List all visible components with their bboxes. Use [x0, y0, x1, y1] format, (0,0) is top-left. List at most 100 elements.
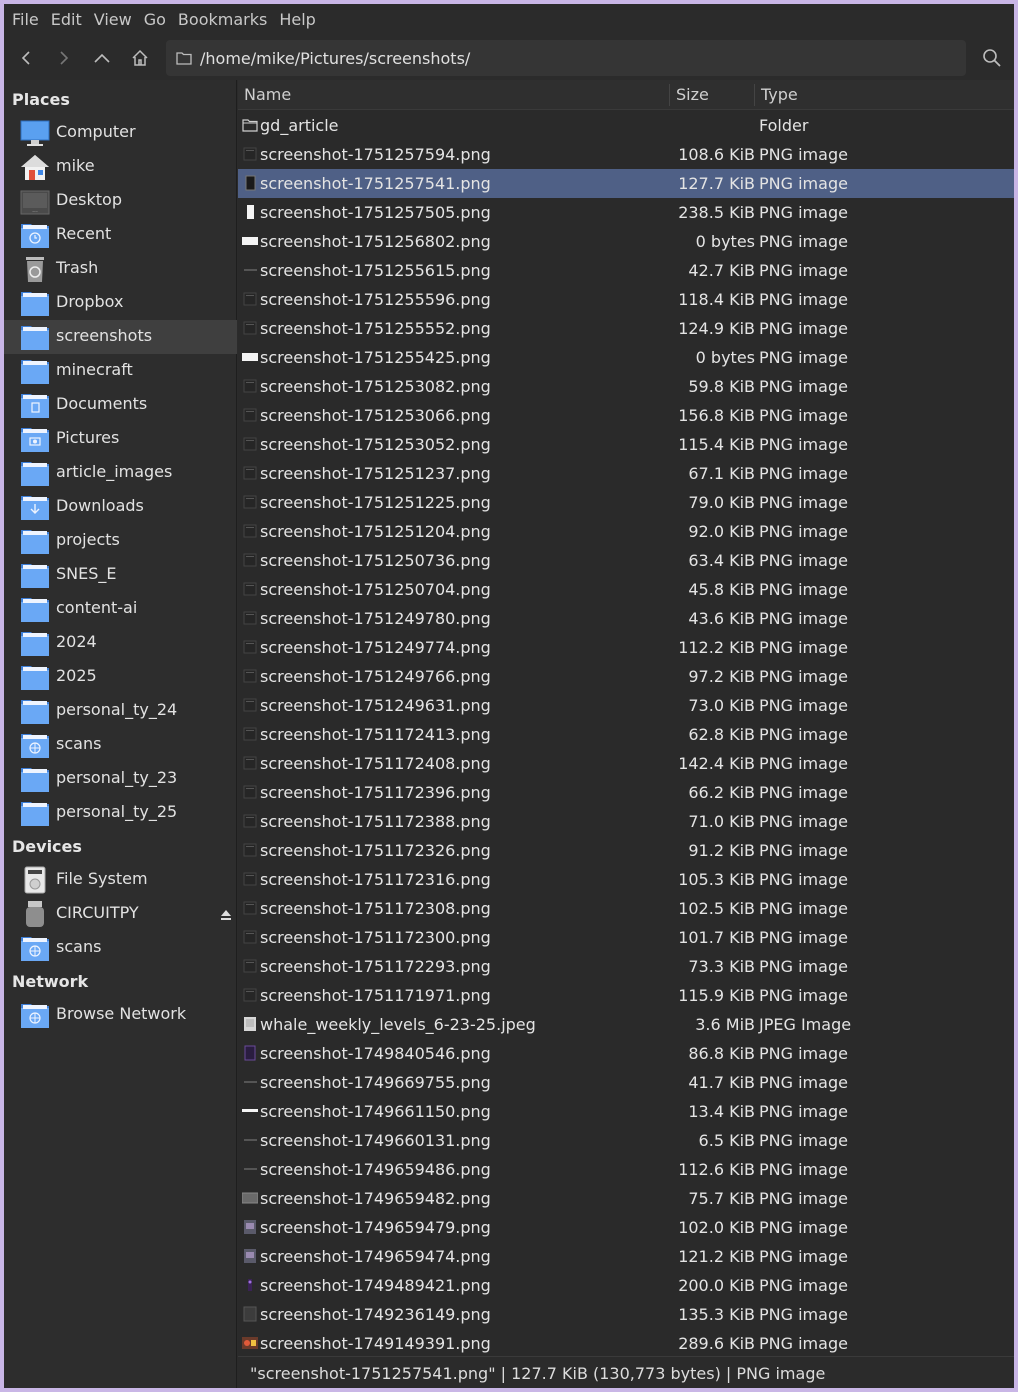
sidebar-item-mike[interactable]: mike [4, 150, 237, 184]
file-row[interactable]: screenshot-1751251225.png 79.0 KiB PNG ima… [238, 488, 1014, 517]
file-row[interactable]: screenshot-1751255615.png 42.7 KiB PNG ima… [238, 256, 1014, 285]
sidebar-item-pictures[interactable]: Pictures [4, 422, 237, 456]
file-row[interactable]: screenshot-1751257505.png 238.5 KiB PNG im… [238, 198, 1014, 227]
location-bar[interactable]: /home/mike/Pictures/screenshots/ [166, 40, 966, 76]
file-row[interactable]: screenshot-1751256802.png 0 bytes PNG imag… [238, 227, 1014, 256]
search-button[interactable] [974, 40, 1010, 76]
sidebar-item-dropbox[interactable]: Dropbox [4, 286, 237, 320]
sidebar-item-personal-ty-24[interactable]: personal_ty_24 [4, 694, 237, 728]
file-row[interactable]: screenshot-1749659482.png 75.7 KiB PNG ima… [238, 1184, 1014, 1213]
file-row[interactable]: screenshot-1751172326.png 91.2 KiB PNG ima… [238, 836, 1014, 865]
file-name: screenshot-1749659482.png [260, 1189, 491, 1208]
file-row[interactable]: screenshot-1751250704.png 45.8 KiB PNG ima… [238, 575, 1014, 604]
back-button[interactable] [8, 40, 44, 76]
sidebar-item-2025[interactable]: 2025 [4, 660, 237, 694]
menu-help[interactable]: Help [273, 4, 321, 36]
sidebar-item-article-images[interactable]: article_images [4, 456, 237, 490]
file-row[interactable]: screenshot-1751172316.png 105.3 KiB PNG im… [238, 865, 1014, 894]
file-row[interactable]: screenshot-1749659474.png 121.2 KiB PNG im… [238, 1242, 1014, 1271]
file-row[interactable]: screenshot-1749661150.png 13.4 KiB PNG ima… [238, 1097, 1014, 1126]
sidebar-item-snes-e[interactable]: SNES_E [4, 558, 237, 592]
eject-icon[interactable] [220, 906, 232, 925]
file-row[interactable]: screenshot-1751253082.png 59.8 KiB PNG ima… [238, 372, 1014, 401]
sidebar-item-label: mike [56, 156, 95, 175]
sidebar-item-content-ai[interactable]: content-ai [4, 592, 237, 626]
sidebar-item-label: Pictures [56, 428, 120, 447]
sidebar-item-desktop[interactable]: ... Desktop [4, 184, 237, 218]
sidebar-item-browse-network[interactable]: Browse Network [4, 998, 237, 1032]
file-row[interactable]: screenshot-1751172308.png 102.5 KiB PNG im… [238, 894, 1014, 923]
file-row[interactable]: screenshot-1751257594.png 108.6 KiB PNG im… [238, 140, 1014, 169]
forward-button[interactable] [46, 40, 82, 76]
file-row[interactable]: screenshot-1751257541.png 127.7 KiB PNG im… [238, 169, 1014, 198]
file-row[interactable]: screenshot-1751250736.png 63.4 KiB PNG ima… [238, 546, 1014, 575]
sidebar-item-circuitpy[interactable]: CIRCUITPY [4, 897, 237, 931]
sidebar-item-projects[interactable]: projects [4, 524, 237, 558]
file-type: PNG image [759, 696, 848, 715]
sidebar-item-screenshots[interactable]: screenshots [4, 320, 237, 354]
file-row[interactable]: screenshot-1751172396.png 66.2 KiB PNG ima… [238, 778, 1014, 807]
file-row[interactable]: screenshot-1749236149.png 135.3 KiB PNG im… [238, 1300, 1014, 1329]
menu-go[interactable]: Go [138, 4, 172, 36]
menu-view[interactable]: View [88, 4, 138, 36]
sidebar-item-documents[interactable]: Documents [4, 388, 237, 422]
sidebar-item-recent[interactable]: Recent [4, 218, 237, 252]
file-row[interactable]: screenshot-1751172388.png 71.0 KiB PNG ima… [238, 807, 1014, 836]
sidebar-item-computer[interactable]: Computer [4, 116, 237, 150]
menu-file[interactable]: File [6, 4, 45, 36]
sidebar-item-minecraft[interactable]: minecraft [4, 354, 237, 388]
sidebar-item-downloads[interactable]: Downloads [4, 490, 237, 524]
file-row[interactable]: screenshot-1751253052.png 115.4 KiB PNG im… [238, 430, 1014, 459]
sidebar-item-2024[interactable]: 2024 [4, 626, 237, 660]
documents-folder-icon [20, 391, 50, 419]
sidebar-item-personal-ty-25[interactable]: personal_ty_25 [4, 796, 237, 830]
home-button[interactable] [122, 40, 158, 76]
column-separator[interactable] [754, 84, 755, 106]
sidebar-item-scans[interactable]: scans [4, 728, 237, 762]
file-row[interactable]: screenshot-1751249780.png 43.6 KiB PNG ima… [238, 604, 1014, 633]
sidebar-item-trash[interactable]: Trash [4, 252, 237, 286]
column-name[interactable]: Name [244, 85, 291, 104]
folder-row[interactable]: gd_article Folder [238, 111, 1014, 140]
file-row[interactable]: screenshot-1751172293.png 73.3 KiB PNG ima… [238, 952, 1014, 981]
file-row[interactable]: screenshot-1751255425.png 0 bytes PNG imag… [238, 343, 1014, 372]
file-row[interactable]: screenshot-1751255552.png 124.9 KiB PNG im… [238, 314, 1014, 343]
file-row[interactable]: screenshot-1751249631.png 73.0 KiB PNG ima… [238, 691, 1014, 720]
file-row[interactable]: screenshot-1751171971.png 115.9 KiB PNG im… [238, 981, 1014, 1010]
column-type[interactable]: Type [761, 85, 798, 104]
column-separator[interactable] [669, 84, 670, 106]
up-button[interactable] [84, 40, 120, 76]
file-row[interactable]: screenshot-1751172408.png 142.4 KiB PNG im… [238, 749, 1014, 778]
file-row[interactable]: screenshot-1751251204.png 92.0 KiB PNG ima… [238, 517, 1014, 546]
sidebar-item-scans[interactable]: scans [4, 931, 237, 965]
file-size: 101.7 KiB [678, 928, 755, 947]
file-row[interactable]: screenshot-1749149391.png 289.6 KiB PNG im… [238, 1329, 1014, 1356]
file-size: 66.2 KiB [688, 783, 755, 802]
file-row[interactable]: screenshot-1749660131.png 6.5 KiB PNG imag… [238, 1126, 1014, 1155]
file-row[interactable]: screenshot-1749840546.png 86.8 KiB PNG ima… [238, 1039, 1014, 1068]
file-name: screenshot-1751172413.png [260, 725, 491, 744]
file-row[interactable]: screenshot-1751172413.png 62.8 KiB PNG ima… [238, 720, 1014, 749]
file-row[interactable]: screenshot-1751255596.png 118.4 KiB PNG im… [238, 285, 1014, 314]
file-row[interactable]: screenshot-1751249766.png 97.2 KiB PNG ima… [238, 662, 1014, 691]
file-row[interactable]: whale_weekly_levels_6-23-25.jpeg 3.6 MiB J… [238, 1010, 1014, 1039]
file-row[interactable]: screenshot-1749659486.png 112.6 KiB PNG im… [238, 1155, 1014, 1184]
file-list[interactable]: Name Size Type gd_article Folder screensho… [238, 80, 1014, 1356]
file-row[interactable]: screenshot-1749659479.png 102.0 KiB PNG im… [238, 1213, 1014, 1242]
home-icon [20, 153, 50, 181]
menu-edit[interactable]: Edit [45, 4, 88, 36]
menu-bookmarks[interactable]: Bookmarks [172, 4, 273, 36]
network-folder-icon [20, 731, 50, 759]
sidebar-item-personal-ty-23[interactable]: personal_ty_23 [4, 762, 237, 796]
column-header: Name Size Type [238, 80, 1014, 110]
file-row[interactable]: screenshot-1751251237.png 67.1 KiB PNG ima… [238, 459, 1014, 488]
file-row[interactable]: screenshot-1749669755.png 41.7 KiB PNG ima… [238, 1068, 1014, 1097]
file-row[interactable]: screenshot-1751253066.png 156.8 KiB PNG im… [238, 401, 1014, 430]
file-type: PNG image [759, 522, 848, 541]
column-size[interactable]: Size [676, 85, 709, 104]
file-row[interactable]: screenshot-1751172300.png 101.7 KiB PNG im… [238, 923, 1014, 952]
file-row[interactable]: screenshot-1749489421.png 200.0 KiB PNG im… [238, 1271, 1014, 1300]
file-type: PNG image [759, 986, 848, 1005]
file-row[interactable]: screenshot-1751249774.png 112.2 KiB PNG im… [238, 633, 1014, 662]
sidebar-item-file-system[interactable]: File System [4, 863, 237, 897]
